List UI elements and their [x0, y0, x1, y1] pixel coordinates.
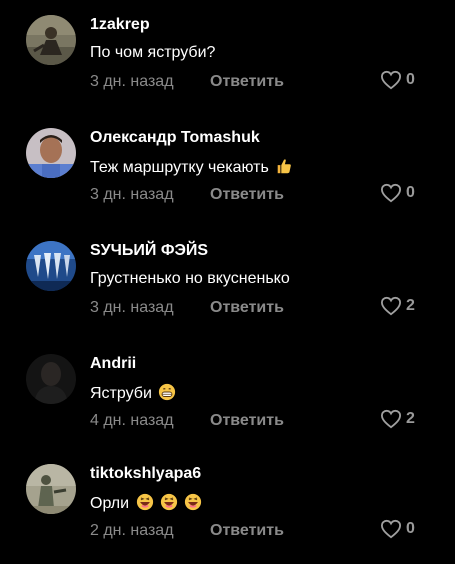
comment-username[interactable]: Andrii — [90, 355, 136, 373]
like-count: 2 — [406, 297, 415, 314]
avatar-image-icon — [26, 354, 76, 404]
like-count: 0 — [406, 71, 415, 88]
avatar-image-icon — [26, 15, 76, 65]
avatar[interactable] — [26, 464, 76, 514]
avatar[interactable] — [26, 354, 76, 404]
comment-username[interactable]: tiktokshlyapa6 — [90, 465, 201, 483]
heart-outline-icon — [380, 296, 402, 316]
like-button[interactable]: 0 — [380, 519, 415, 539]
comment-item: SУЧЬИЙ ФЭЙS Грустненько но вкусненько 3 … — [0, 241, 455, 341]
comment-text: Орли — [90, 493, 202, 513]
comment-username[interactable]: 1zakrep — [90, 16, 150, 34]
laughing-emoji-icon — [136, 493, 153, 511]
comment-item: 1zakrep По чом яструби? 3 дн. назад Отве… — [0, 15, 455, 115]
heart-outline-icon — [380, 183, 402, 203]
avatar[interactable] — [26, 128, 76, 178]
comment-text: Теж маршрутку чекають — [90, 157, 293, 177]
comment-item: Олександр Tomashuk Теж маршрутку чекають… — [0, 128, 455, 228]
comment-text-content: Яструби — [90, 385, 152, 402]
comment-text-content: Грустненько но вкусненько — [90, 270, 290, 287]
avatar-image-icon — [26, 464, 76, 514]
comment-item: tiktokshlyapa6 Орли 2 дн. назад Ответить… — [0, 464, 455, 564]
comment-username[interactable]: Олександр Tomashuk — [90, 129, 260, 147]
like-button[interactable]: 0 — [380, 70, 415, 90]
comment-timestamp: 4 дн. назад — [90, 412, 174, 429]
avatar[interactable] — [26, 241, 76, 291]
avatar[interactable] — [26, 15, 76, 65]
laughing-emoji-icon — [185, 493, 202, 511]
comment-timestamp: 3 дн. назад — [90, 73, 174, 90]
like-button[interactable]: 0 — [380, 183, 415, 203]
reply-button[interactable]: Ответить — [210, 412, 284, 430]
like-button[interactable]: 2 — [380, 409, 415, 429]
reply-button[interactable]: Ответить — [210, 186, 284, 204]
like-count: 0 — [406, 184, 415, 201]
like-count: 2 — [406, 410, 415, 427]
laughing-emoji-icon — [160, 493, 178, 511]
comment-text: Яструби — [90, 383, 176, 403]
comment-list: 1zakrep По чом яструби? 3 дн. назад Отве… — [0, 0, 455, 564]
comment-timestamp: 3 дн. назад — [90, 186, 174, 203]
heart-outline-icon — [380, 519, 402, 539]
reply-button[interactable]: Ответить — [210, 299, 284, 317]
comment-text-content: Орли — [90, 495, 130, 512]
comment-text-content: По чом яструби? — [90, 44, 216, 61]
comment-text: По чом яструби? — [90, 44, 215, 62]
like-button[interactable]: 2 — [380, 296, 415, 316]
reply-button[interactable]: Ответить — [210, 522, 284, 540]
comment-timestamp: 3 дн. назад — [90, 299, 174, 316]
avatar-image-icon — [26, 128, 76, 178]
heart-outline-icon — [380, 409, 402, 429]
comment-text: Грустненько но вкусненько — [90, 270, 290, 288]
comment-timestamp: 2 дн. назад — [90, 522, 174, 539]
comment-item: Andrii Яструби 4 дн. назад Ответить 2 — [0, 354, 455, 454]
like-count: 0 — [406, 520, 415, 537]
grinning-emoji-icon — [159, 383, 176, 401]
avatar-image-icon — [26, 241, 76, 291]
reply-button[interactable]: Ответить — [210, 73, 284, 91]
heart-outline-icon — [380, 70, 402, 90]
comment-text-content: Теж маршрутку чекають — [90, 159, 269, 176]
comment-username[interactable]: SУЧЬИЙ ФЭЙS — [90, 242, 208, 260]
thumbs-up-emoji-icon — [277, 159, 292, 174]
